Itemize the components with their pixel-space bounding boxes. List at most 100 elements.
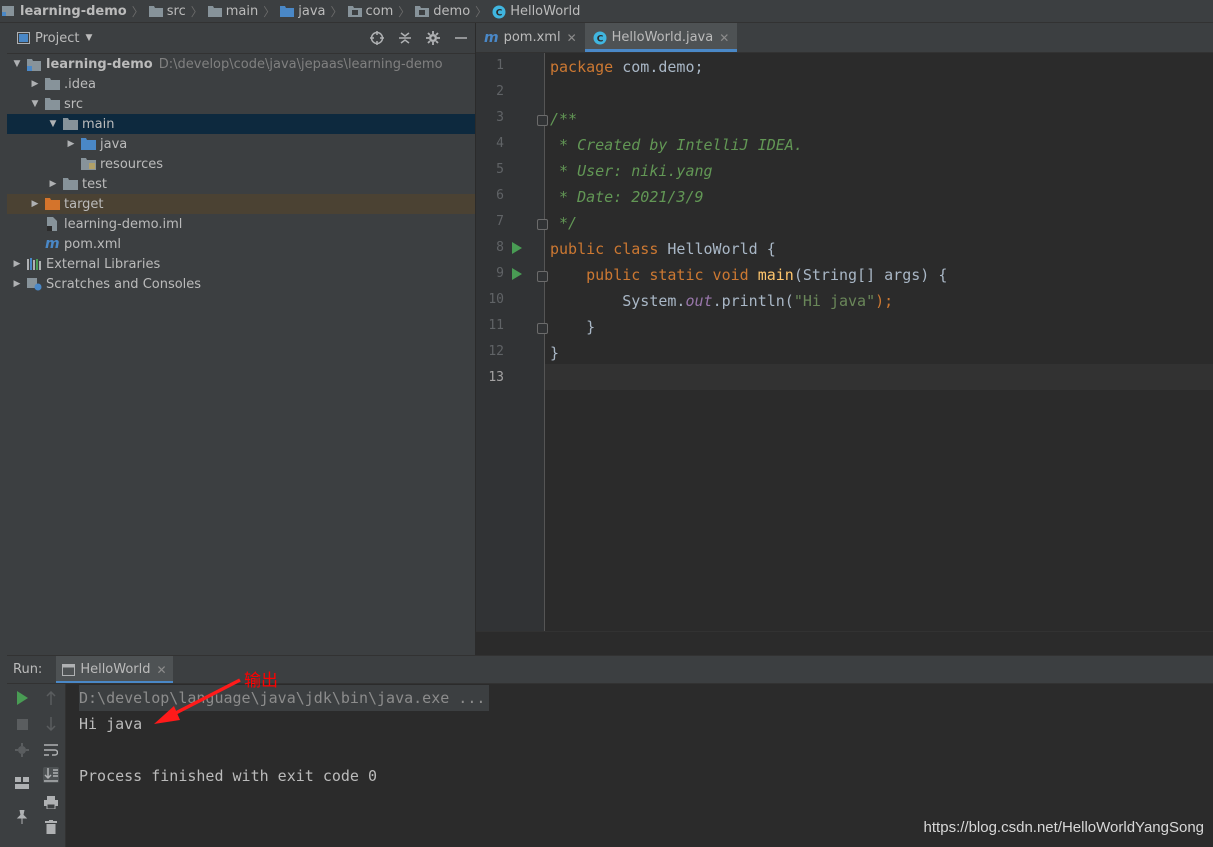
print-icon[interactable] (43, 794, 59, 810)
breadcrumb-label: demo (433, 3, 471, 19)
breadcrumb-item-main[interactable]: main (206, 0, 260, 22)
code-line-1: package com.demo; (550, 58, 704, 76)
debug-settings-icon[interactable] (14, 742, 30, 758)
code-line-11: } (550, 318, 596, 336)
tree-node-src[interactable]: ▼ src (7, 94, 475, 114)
scroll-down-icon[interactable] (43, 716, 59, 732)
tree-node-label: resources (100, 156, 164, 172)
svg-text:C: C (496, 9, 503, 19)
tree-node-label: test (82, 176, 107, 192)
collapsed-arrow-icon[interactable]: ▶ (29, 78, 41, 90)
breadcrumb-separator: 〉 (398, 4, 411, 19)
project-tree: ▼ learning-demo D:\develop\code\java\jep… (7, 54, 475, 294)
tree-node-idea[interactable]: ▶ .idea (7, 74, 475, 94)
java-class-icon: C (593, 31, 607, 45)
run-toolbar-secondary (36, 684, 66, 847)
expand-arrow-icon[interactable]: ▼ (47, 118, 59, 130)
line-number: 8 (496, 240, 504, 255)
pin-icon[interactable] (14, 809, 30, 825)
breadcrumb-item-demo[interactable]: demo (413, 0, 472, 22)
run-gutter-icon[interactable] (511, 268, 523, 280)
tab-helloworld-java[interactable]: C HelloWorld.java ✕ (584, 23, 738, 52)
locate-icon[interactable] (369, 30, 385, 46)
tree-node-test[interactable]: ▶ test (7, 174, 475, 194)
folder-icon (63, 117, 79, 131)
tree-node-pom[interactable]: m pom.xml (7, 234, 475, 254)
run-gutter-icon[interactable] (511, 242, 523, 254)
trash-icon[interactable] (43, 819, 59, 835)
tree-node-target[interactable]: ▶ target (7, 194, 475, 214)
code-line-6: * Date: 2021/3/9 (550, 188, 704, 206)
breadcrumb-item-com[interactable]: com (346, 0, 396, 22)
tree-node-label: pom.xml (64, 236, 121, 252)
project-icon (17, 32, 30, 44)
editor-area: m pom.xml ✕ C HelloWorld.java ✕ 1 2 3 4 … (476, 23, 1213, 656)
scroll-up-icon[interactable] (43, 690, 59, 706)
collapsed-arrow-icon[interactable]: ▶ (47, 178, 59, 190)
gear-icon[interactable] (425, 30, 441, 46)
scroll-end-icon[interactable] (43, 767, 59, 783)
tree-node-iml[interactable]: learning-demo.iml (7, 214, 475, 234)
line-number: 12 (488, 344, 504, 359)
breadcrumb-label: src (166, 3, 186, 19)
source-folder-icon (81, 137, 97, 151)
line-number: 7 (496, 214, 504, 229)
stop-icon[interactable] (14, 716, 30, 732)
module-icon (27, 57, 43, 71)
tree-node-main[interactable]: ▼ main (7, 114, 475, 134)
tree-node-label: .idea (64, 76, 96, 92)
chevron-down-icon: ▼ (85, 33, 93, 43)
maven-icon: m (45, 236, 60, 252)
expand-arrow-icon[interactable]: ▼ (29, 98, 41, 110)
tree-node-label: java (100, 136, 128, 152)
editor-bottom-bar (476, 631, 1213, 656)
tree-node-label: target (64, 196, 104, 212)
tree-node-label: External Libraries (46, 256, 161, 272)
soft-wrap-icon[interactable] (43, 742, 59, 758)
breadcrumb-label: java (298, 3, 326, 19)
tree-node-external-libraries[interactable]: ▶ External Libraries (7, 254, 475, 274)
breadcrumb-item-java[interactable]: java (278, 0, 327, 22)
maven-icon: m (484, 29, 499, 46)
package-icon (347, 5, 362, 17)
breadcrumb-separator: 〉 (330, 4, 343, 19)
close-icon[interactable]: ✕ (567, 31, 577, 45)
minimize-icon[interactable] (453, 30, 469, 46)
breadcrumb-item-src[interactable]: src (147, 0, 188, 22)
breadcrumb-label: main (225, 3, 259, 19)
project-view-selector[interactable]: Project ▼ (17, 31, 92, 46)
collapsed-arrow-icon[interactable]: ▶ (11, 278, 23, 290)
breadcrumb-separator: 〉 (475, 4, 488, 19)
annotation-arrow (154, 678, 241, 724)
tree-node-label: learning-demo.iml (64, 216, 183, 232)
source-folder-icon (280, 5, 295, 17)
code-line-5: * User: niki.yang (550, 162, 713, 180)
collapsed-arrow-icon[interactable]: ▶ (29, 198, 41, 210)
code-editor[interactable]: package com.demo; /** * Created by Intel… (545, 53, 1213, 631)
breadcrumb-item-helloworld[interactable]: C HelloWorld (490, 0, 582, 22)
breadcrumb-item-project[interactable]: learning-demo (0, 0, 129, 22)
collapse-icon[interactable] (397, 30, 413, 46)
rerun-icon[interactable] (14, 690, 30, 706)
package-icon (415, 5, 430, 17)
code-line-8: public class HelloWorld { (550, 240, 776, 258)
folder-icon (45, 77, 61, 91)
line-number: 11 (488, 318, 504, 333)
line-number: 9 (496, 266, 504, 281)
line-number: 4 (496, 136, 504, 151)
collapsed-arrow-icon[interactable]: ▶ (65, 138, 77, 150)
line-number: 3 (496, 110, 504, 125)
scratches-icon (27, 277, 43, 291)
tree-node-resources[interactable]: resources (7, 154, 475, 174)
expand-arrow-icon[interactable]: ▼ (11, 58, 23, 70)
code-line-12: } (550, 344, 560, 362)
layout-icon[interactable] (14, 775, 30, 791)
run-panel-label: Run: (13, 662, 43, 677)
tree-node-learning-demo[interactable]: ▼ learning-demo D:\develop\code\java\jep… (7, 54, 475, 74)
tree-node-scratches[interactable]: ▶ Scratches and Consoles (7, 274, 475, 294)
collapsed-arrow-icon[interactable]: ▶ (11, 258, 23, 270)
tree-node-java[interactable]: ▶ java (7, 134, 475, 154)
tab-pom-xml[interactable]: m pom.xml ✕ (476, 23, 585, 52)
line-number: 10 (488, 292, 504, 307)
close-icon[interactable]: ✕ (719, 31, 729, 45)
